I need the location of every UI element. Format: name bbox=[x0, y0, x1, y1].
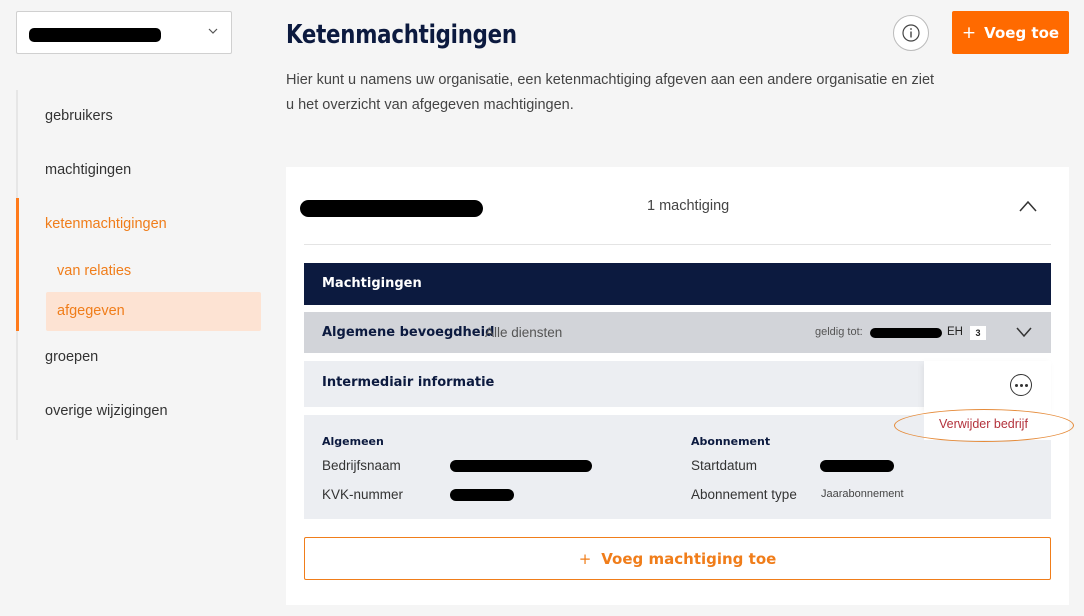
more-icon bbox=[1024, 383, 1028, 387]
authority-scope: Alle diensten bbox=[485, 325, 563, 340]
authority-title: Algemene bevoegdheid bbox=[322, 325, 495, 340]
highlight-annotation bbox=[894, 409, 1074, 442]
chevron-down-icon[interactable] bbox=[1015, 326, 1033, 338]
section-header: Machtigingen bbox=[304, 263, 1051, 305]
sidebar-subitem-afgegeven[interactable]: afgegeven bbox=[46, 292, 261, 331]
subscription-type-label: Abonnement type bbox=[691, 487, 797, 502]
plus-icon: + bbox=[961, 22, 977, 43]
sidebar-item-ketenmachtigingen[interactable]: ketenmachtigingen bbox=[45, 216, 167, 232]
company-name-label: Bedrijfsnaam bbox=[322, 458, 401, 473]
level-label: EH bbox=[947, 326, 963, 338]
authority-row[interactable]: Algemene bevoegdheid Alle diensten geldi… bbox=[304, 312, 1051, 353]
subscription-heading: Abonnement bbox=[691, 435, 771, 448]
more-icon bbox=[1019, 383, 1023, 387]
page-intro: Hier kunt u namens uw organisatie, een k… bbox=[286, 72, 935, 113]
sidebar-subitem-van-relaties[interactable]: van relaties bbox=[57, 263, 131, 279]
valid-until-label: geldig tot: bbox=[815, 326, 863, 338]
add-mandate-label: Voeg machtiging toe bbox=[601, 549, 777, 568]
add-button[interactable]: + Voeg toe bbox=[952, 11, 1069, 54]
redacted-valid-until bbox=[870, 328, 942, 338]
organization-card: 1 machtiging Machtigingen Algemene bevoe… bbox=[286, 167, 1074, 605]
sidebar-subitem-label: afgegeven bbox=[57, 303, 125, 319]
page-title: Ketenmachtigingen bbox=[286, 20, 517, 50]
chevron-down-icon bbox=[208, 28, 218, 34]
intermediary-menu bbox=[924, 361, 1051, 410]
redacted-kvk-number bbox=[450, 489, 514, 501]
intermediary-title: Intermediair informatie bbox=[322, 375, 495, 390]
redacted-organization-title bbox=[300, 200, 483, 217]
subscription-type-value: Jaarabonnement bbox=[821, 488, 904, 500]
chevron-up-icon[interactable] bbox=[1018, 199, 1038, 213]
organization-select[interactable] bbox=[16, 11, 232, 54]
more-options-button[interactable] bbox=[1010, 374, 1032, 396]
sidebar-item-overige-wijzigingen[interactable]: overige wijzigingen bbox=[45, 403, 168, 419]
add-mandate-button[interactable]: + Voeg machtiging toe bbox=[304, 537, 1051, 580]
info-button[interactable] bbox=[893, 15, 929, 51]
redacted-organization-name bbox=[29, 28, 161, 42]
plus-icon: + bbox=[578, 549, 592, 568]
more-icon bbox=[1014, 383, 1018, 387]
sidebar-nav: gebruikers machtigingen ketenmachtiginge… bbox=[16, 90, 266, 440]
mandate-count: 1 machtiging bbox=[647, 198, 730, 214]
divider bbox=[304, 244, 1051, 245]
add-button-label: Voeg toe bbox=[984, 23, 1060, 42]
redacted-start-date bbox=[820, 460, 894, 472]
active-indicator bbox=[16, 198, 19, 331]
start-date-label: Startdatum bbox=[691, 458, 758, 473]
sidebar-item-machtigingen[interactable]: machtigingen bbox=[45, 162, 131, 178]
sidebar-item-groepen[interactable]: groepen bbox=[45, 349, 98, 365]
sidebar-item-gebruikers[interactable]: gebruikers bbox=[45, 108, 113, 124]
kvk-label: KVK-nummer bbox=[322, 487, 404, 502]
level-badge: 3 bbox=[970, 326, 986, 340]
general-heading: Algemeen bbox=[322, 435, 384, 448]
info-icon bbox=[902, 24, 920, 42]
redacted-company-name bbox=[450, 460, 592, 472]
